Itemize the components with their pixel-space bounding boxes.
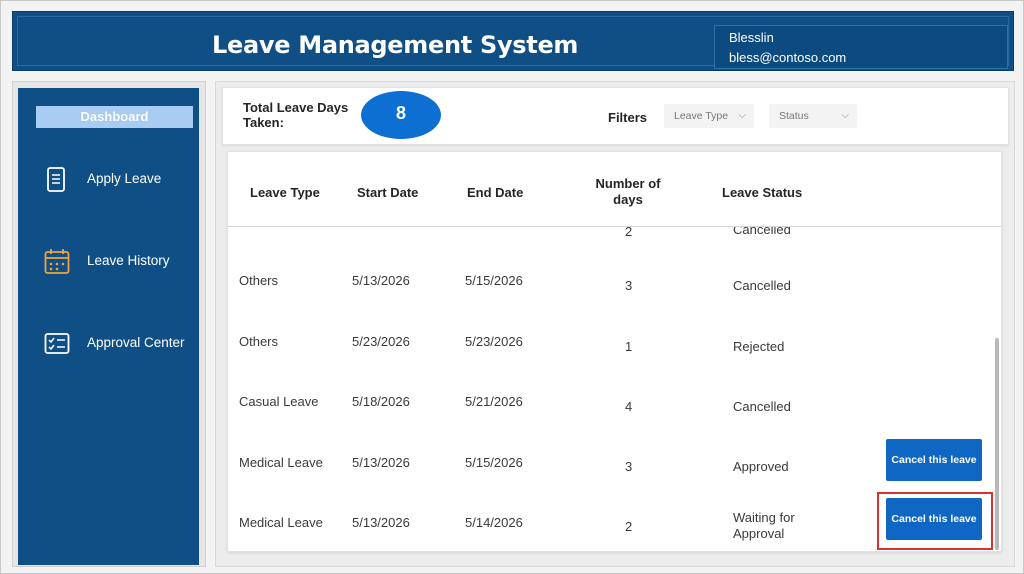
sidebar-item-label: Leave History <box>87 253 170 268</box>
filters-label: Filters <box>608 110 648 125</box>
header-inner-border: Leave Management System Blesslin bless@c… <box>17 16 1009 69</box>
leave-type-placeholder: Leave Type <box>674 110 729 122</box>
column-header-leave-type[interactable]: Leave Type <box>250 185 320 200</box>
cell-start-date: 5/13/2026 <box>352 455 410 470</box>
calendar-icon <box>44 248 70 276</box>
cell-status: Waiting for Approval <box>733 510 795 541</box>
column-header-end-date[interactable]: End Date <box>467 185 523 200</box>
cell-end-date: 5/15/2026 <box>465 455 523 470</box>
total-leave-value: 8 <box>361 91 441 139</box>
column-header-leave-status[interactable]: Leave Status <box>722 185 802 200</box>
cell-status: Rejected <box>733 339 785 354</box>
app-title: Leave Management System <box>212 31 579 59</box>
dashboard-button[interactable]: Dashboard <box>36 106 193 128</box>
cancel-leave-button[interactable]: Cancel this leave <box>886 498 982 540</box>
cell-leave-type: Medical Leave <box>239 455 323 470</box>
status-filter[interactable]: Status ⌵ <box>769 104 857 128</box>
summary-bar: Total Leave Days Taken: 8 Filters Leave … <box>222 87 1009 145</box>
cell-start-date: 5/23/2026 <box>352 334 410 349</box>
cell-leave-type: Casual Leave <box>239 394 319 409</box>
cell-start-date: 5/13/2026 <box>352 515 410 530</box>
table-row: Others 5/13/2026 5/15/2026 3 Cancelled <box>228 252 988 312</box>
cancel-leave-button[interactable]: Cancel this leave <box>886 439 982 481</box>
cell-end-date: 5/15/2026 <box>465 273 523 288</box>
leave-table: 2 Cancelled Others 5/13/2026 5/15/2026 3… <box>227 151 1002 552</box>
cell-days: 3 <box>625 459 633 474</box>
leave-type-filter[interactable]: Leave Type ⌵ <box>664 104 754 128</box>
column-header-number-of-days[interactable]: Number of days <box>587 176 669 208</box>
user-name: Blesslin <box>729 30 774 45</box>
sidebar: Dashboard Apply Leave Leave History Appr… <box>18 88 199 565</box>
cell-leave-type: Medical Leave <box>239 515 323 530</box>
cell-status: Approved <box>733 459 789 474</box>
checklist-icon <box>44 330 70 358</box>
total-leave-label: Total Leave Days Taken: <box>243 100 349 130</box>
sidebar-item-apply-leave[interactable]: Apply Leave <box>18 160 199 200</box>
table-row: Medical Leave 5/13/2026 5/15/2026 3 Appr… <box>228 434 988 494</box>
cell-days: 1 <box>625 339 633 354</box>
table-row: Others 5/23/2026 5/23/2026 1 Rejected <box>228 313 988 373</box>
cell-status: Cancelled <box>733 278 791 293</box>
cell-status: Cancelled <box>733 399 791 414</box>
cell-days: 4 <box>625 399 633 414</box>
sidebar-item-label: Apply Leave <box>87 171 162 186</box>
cell-start-date: 5/18/2026 <box>352 394 410 409</box>
status-placeholder: Status <box>779 110 809 122</box>
chevron-down-icon: ⌵ <box>841 110 849 121</box>
cell-leave-type: Others <box>239 273 279 288</box>
chevron-down-icon: ⌵ <box>738 110 746 121</box>
cell-leave-type: Others <box>239 334 279 349</box>
user-email: bless@contoso.com <box>729 50 847 65</box>
table-header: Leave Type Start Date End Date Number of… <box>228 152 1001 227</box>
app-header: Leave Management System Blesslin bless@c… <box>12 11 1014 71</box>
cell-end-date: 5/21/2026 <box>465 394 523 409</box>
sidebar-item-leave-history[interactable]: Leave History <box>18 242 199 282</box>
table-row: Medical Leave 5/13/2026 5/14/2026 2 Wait… <box>228 494 988 551</box>
user-info: Blesslin bless@contoso.com <box>714 25 1008 69</box>
cell-days: 2 <box>625 519 633 534</box>
cell-end-date: 5/23/2026 <box>465 334 523 349</box>
table-scrollbar[interactable] <box>995 338 999 550</box>
document-icon <box>44 166 68 194</box>
cell-end-date: 5/14/2026 <box>465 515 523 530</box>
sidebar-item-approval-center[interactable]: Approval Center <box>18 324 199 364</box>
sidebar-item-label: Approval Center <box>87 335 185 350</box>
cell-start-date: 5/13/2026 <box>352 273 410 288</box>
column-header-start-date[interactable]: Start Date <box>357 185 418 200</box>
cell-days: 3 <box>625 278 633 293</box>
table-row: Casual Leave 5/18/2026 5/21/2026 4 Cance… <box>228 373 988 433</box>
